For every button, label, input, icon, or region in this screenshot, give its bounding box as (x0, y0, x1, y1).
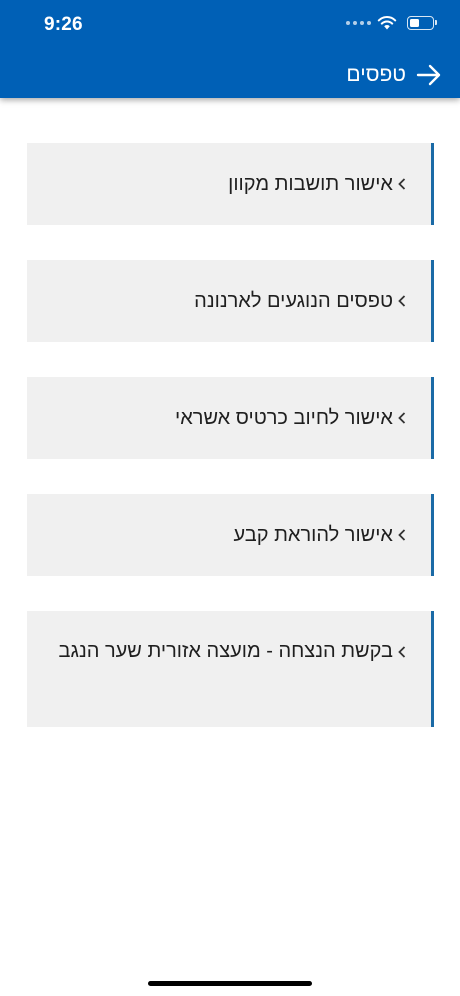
form-item-standing-order[interactable]: אישור להוראת קבע (27, 494, 434, 576)
page-title: טפסים (346, 63, 406, 86)
form-item-commemoration[interactable]: בקשת הנצחה - מועצה אזורית שער הנגב (27, 611, 434, 727)
form-item-label: אישור תושבות מקוון (228, 173, 393, 195)
status-time: 9:26 (44, 14, 83, 35)
forms-list: אישור תושבות מקוון טפסים הנוגעים לארנונה… (27, 143, 434, 727)
form-item-arnona[interactable]: טפסים הנוגעים לארנונה (27, 260, 434, 342)
form-item-label: טפסים הנוגעים לארנונה (194, 290, 393, 312)
title-row: טפסים (346, 58, 442, 92)
chevron-left-icon (398, 646, 406, 658)
form-item-label: בקשת הנצחה - מועצה אזורית שער הנגב (58, 640, 393, 662)
status-icons (346, 15, 437, 30)
chevron-left-icon (398, 529, 406, 541)
home-indicator[interactable] (148, 981, 312, 986)
form-item-residency[interactable]: אישור תושבות מקוון (27, 143, 434, 225)
form-item-credit-card[interactable]: אישור לחיוב כרטיס אשראי (27, 377, 434, 459)
chevron-left-icon (398, 295, 406, 307)
chevron-left-icon (398, 412, 406, 424)
signal-icon (346, 20, 371, 25)
form-item-label: אישור לחיוב כרטיס אשראי (175, 407, 393, 429)
form-item-label: אישור להוראת קבע (233, 524, 393, 546)
chevron-left-icon (398, 178, 406, 190)
battery-icon (407, 15, 437, 30)
arrow-right-icon[interactable] (416, 63, 442, 87)
wifi-icon (377, 16, 397, 30)
app-header: 9:26 טפסים (0, 0, 460, 98)
